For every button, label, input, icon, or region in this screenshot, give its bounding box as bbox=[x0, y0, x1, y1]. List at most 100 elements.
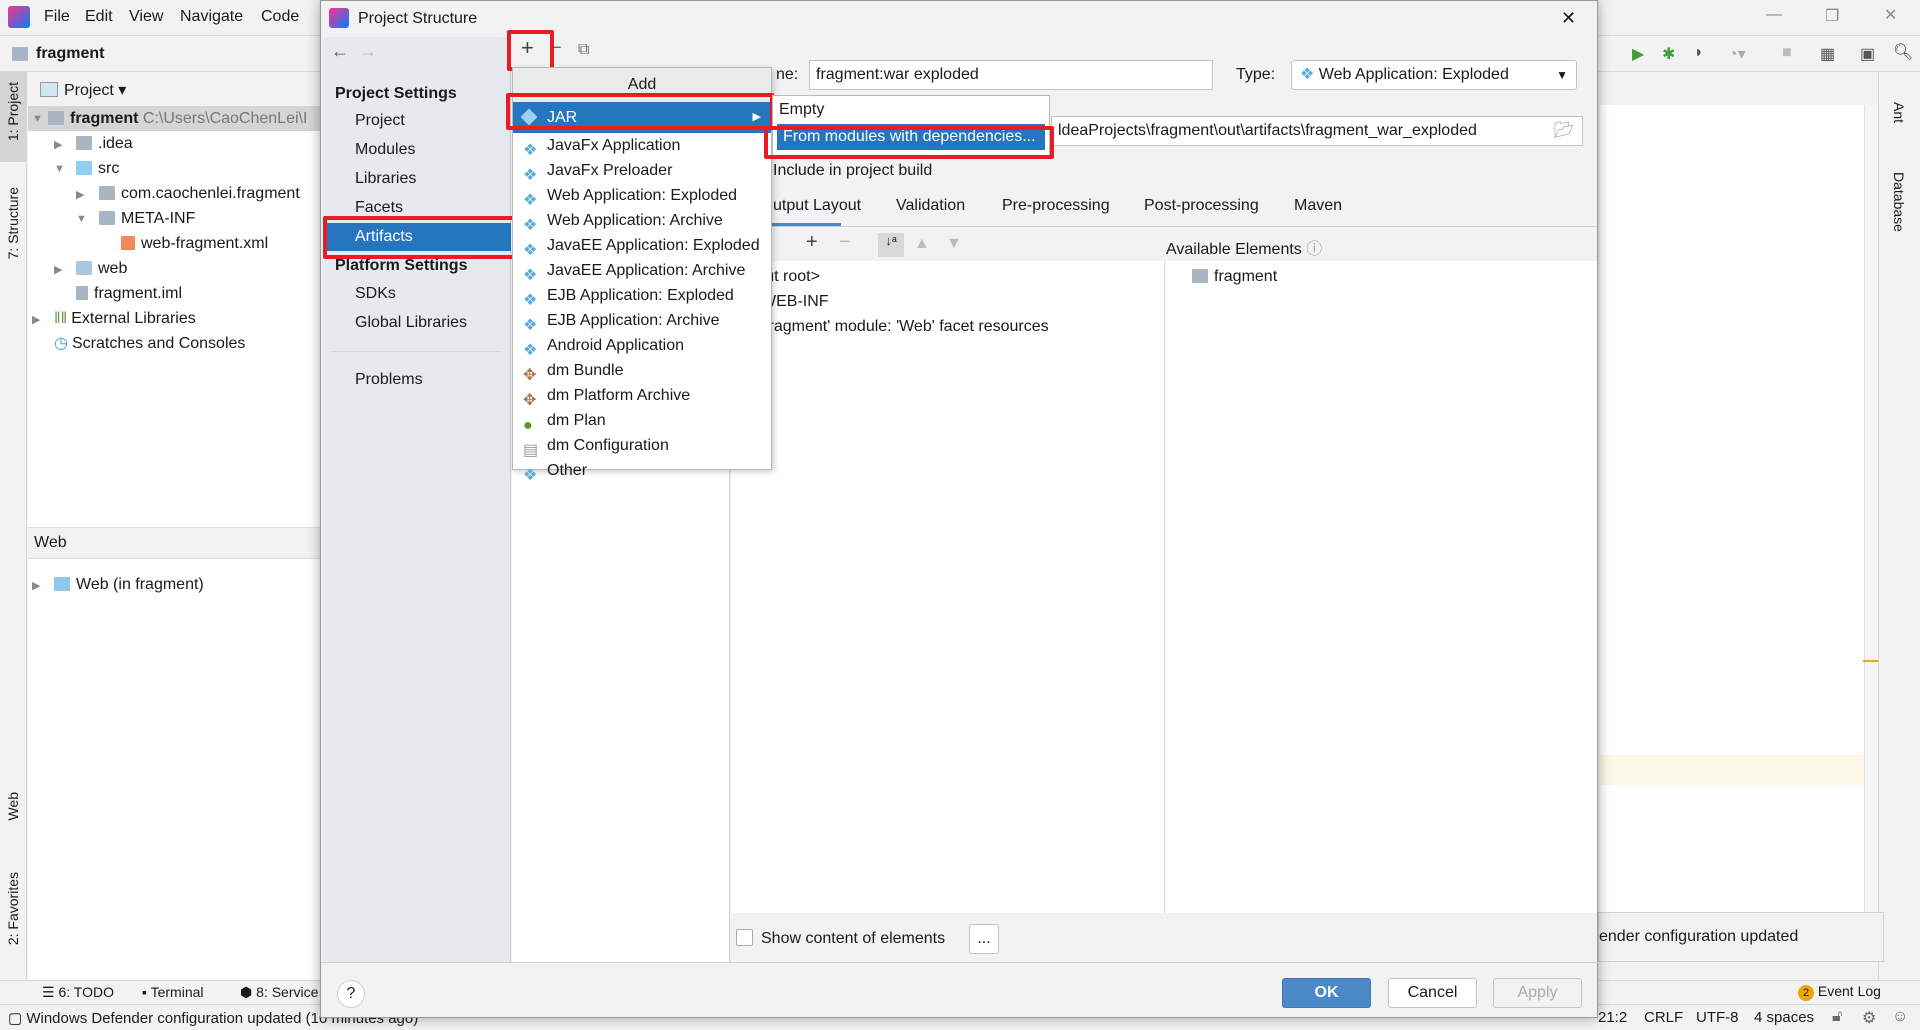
tab-post-processing[interactable]: Post-processing bbox=[1144, 197, 1259, 215]
menu-item-web-exploded[interactable]: ❖ Web Application: Exploded bbox=[513, 183, 771, 209]
tool-ant[interactable]: Ant bbox=[1891, 102, 1907, 123]
menu-item-javafx-application[interactable]: ❖ JavaFx Application bbox=[513, 133, 771, 159]
menu-item-javaee-archive[interactable]: ❖ JavaEE Application: Archive bbox=[513, 258, 771, 284]
menu-item-javaee-exploded[interactable]: ❖ JavaEE Application: Exploded bbox=[513, 233, 771, 259]
apply-button[interactable]: Apply bbox=[1493, 978, 1582, 1008]
web-facet-item[interactable]: Web (in fragment) bbox=[54, 572, 204, 597]
run-icon[interactable]: ▶ bbox=[1632, 44, 1644, 64]
tool-web[interactable]: Web bbox=[5, 792, 21, 821]
editor-area[interactable] bbox=[1600, 105, 1878, 912]
artifact-type-select[interactable]: ❖ Web Application: Exploded ▼ bbox=[1291, 60, 1577, 90]
menu-item-dm-platform-archive[interactable]: ✥ dm Platform Archive bbox=[513, 383, 771, 409]
forward-icon[interactable]: → bbox=[359, 41, 377, 62]
tool-terminal[interactable]: ▪ Terminal bbox=[142, 984, 204, 1000]
tool-services[interactable]: ⬢ 8: Service bbox=[240, 984, 318, 1001]
menu-item-javafx-preloader[interactable]: ❖ JavaFx Preloader bbox=[513, 158, 771, 184]
folder-browse-icon[interactable]: 📂︎ bbox=[1554, 117, 1574, 145]
tree-item-scratches[interactable]: ◷ Scratches and Consoles bbox=[54, 331, 245, 356]
include-in-build-checkbox[interactable]: Include in project build bbox=[773, 162, 932, 180]
search-icon[interactable]: 🔍︎ bbox=[1893, 42, 1913, 62]
menu-file[interactable]: File bbox=[44, 8, 70, 26]
menu-code[interactable]: Code bbox=[261, 8, 299, 26]
notification-balloon[interactable]: ender configuration updated bbox=[1598, 912, 1884, 962]
tree-item-fragment-iml[interactable]: fragment.iml bbox=[76, 281, 182, 306]
help-icon[interactable]: ⓘ bbox=[1306, 241, 1322, 258]
tab-validation[interactable]: Validation bbox=[896, 197, 965, 215]
tree-item-fragment[interactable]: fragment C:\Users\CaoChenLei\I bbox=[48, 106, 307, 131]
menu-edit[interactable]: Edit bbox=[85, 8, 113, 26]
sidebar-item-sdks[interactable]: SDKs bbox=[355, 280, 396, 308]
submenu-item-empty[interactable]: Empty bbox=[773, 96, 1049, 124]
menu-item-dm-bundle[interactable]: ✥ dm Bundle bbox=[513, 358, 771, 384]
inspection-icon[interactable]: ⚙ bbox=[1862, 1008, 1876, 1028]
restore-button[interactable]: ❐ bbox=[1825, 6, 1839, 26]
tree-item-meta-inf[interactable]: META-INF bbox=[99, 206, 195, 231]
editor-scrollbar[interactable] bbox=[1863, 105, 1879, 912]
lock-icon[interactable]: 🔓︎ bbox=[1832, 1008, 1842, 1026]
profile-icon[interactable]: ◔▾ bbox=[1728, 44, 1746, 64]
encoding[interactable]: UTF-8 bbox=[1696, 1009, 1739, 1026]
tab-pre-processing[interactable]: Pre-processing bbox=[1002, 197, 1110, 215]
output-layout-tree[interactable]: utput root> WEB-INF 'fragment' module: '… bbox=[731, 261, 1165, 913]
project-breadcrumb[interactable]: fragment bbox=[36, 45, 104, 63]
more-options-button[interactable]: ... bbox=[969, 924, 999, 954]
tab-maven[interactable]: Maven bbox=[1294, 197, 1342, 215]
sidebar-item-global-libraries[interactable]: Global Libraries bbox=[355, 309, 467, 337]
menu-view[interactable]: View bbox=[129, 8, 163, 26]
menu-item-web-archive[interactable]: ❖ Web Application: Archive bbox=[513, 208, 771, 234]
project-structure-icon[interactable]: ▦ bbox=[1820, 44, 1835, 64]
stop-icon[interactable]: ■ bbox=[1782, 44, 1792, 62]
tool-project[interactable]: 1: Project bbox=[5, 82, 21, 141]
sort-icon[interactable]: ↓ᵃ bbox=[878, 233, 904, 257]
event-log[interactable]: 2 Event Log bbox=[1798, 983, 1881, 1001]
dialog-close-button[interactable]: ✕ bbox=[1561, 8, 1576, 29]
available-item-fragment[interactable]: fragment bbox=[1192, 264, 1277, 289]
layout-add-icon[interactable]: + bbox=[806, 231, 818, 254]
sidebar-item-project[interactable]: Project bbox=[355, 107, 405, 135]
caret-position[interactable]: 21:2 bbox=[1598, 1009, 1627, 1026]
move-up-icon[interactable]: ▲ bbox=[914, 235, 930, 253]
tree-item-web-fragment-xml[interactable]: web-fragment.xml bbox=[121, 231, 268, 256]
artifact-name-input[interactable]: fragment:war exploded bbox=[809, 60, 1213, 90]
close-window-button[interactable]: ✕ bbox=[1884, 5, 1897, 25]
sidebar-item-modules[interactable]: Modules bbox=[355, 136, 415, 164]
tree-item-idea[interactable]: .idea bbox=[76, 131, 133, 156]
terminal-icon[interactable]: ▣ bbox=[1860, 44, 1875, 64]
menu-item-ejb-archive[interactable]: ❖ EJB Application: Archive bbox=[513, 308, 771, 334]
menu-item-other[interactable]: ❖ Other bbox=[513, 458, 771, 484]
menu-item-android-application[interactable]: ❖ Android Application bbox=[513, 333, 771, 359]
menu-item-ejb-exploded[interactable]: ❖ EJB Application: Exploded bbox=[513, 283, 771, 309]
coverage-icon[interactable]: ◗ bbox=[1694, 44, 1704, 62]
tab-output-layout[interactable]: utput Layout bbox=[773, 197, 861, 215]
menu-navigate[interactable]: Navigate bbox=[180, 8, 243, 26]
minimize-button[interactable]: — bbox=[1766, 6, 1782, 24]
tree-item-src[interactable]: src bbox=[76, 156, 119, 181]
debug-icon[interactable]: ✱ bbox=[1662, 44, 1675, 64]
cancel-button[interactable]: Cancel bbox=[1388, 978, 1477, 1008]
sidebar-item-libraries[interactable]: Libraries bbox=[355, 165, 416, 193]
line-separator[interactable]: CRLF bbox=[1644, 1009, 1683, 1026]
copy-artifact-button[interactable]: ⧉ bbox=[578, 41, 589, 59]
tree-item-package[interactable]: com.caochenlei.fragment bbox=[99, 181, 300, 206]
ok-button[interactable]: OK bbox=[1282, 978, 1371, 1008]
sidebar-item-problems[interactable]: Problems bbox=[355, 366, 423, 394]
project-view-dropdown[interactable]: Project ▾ bbox=[64, 80, 126, 100]
tool-todo[interactable]: ☰ 6: TODO bbox=[42, 984, 114, 1001]
output-directory-input[interactable]: ldeaProjects\fragment\out\artifacts\frag… bbox=[1051, 116, 1583, 146]
menu-item-dm-configuration[interactable]: ▤ dm Configuration bbox=[513, 433, 771, 459]
back-icon[interactable]: ← bbox=[331, 41, 349, 62]
available-elements-tree[interactable]: fragment bbox=[1166, 261, 1597, 913]
help-button[interactable]: ? bbox=[337, 980, 365, 1008]
layout-remove-icon[interactable]: − bbox=[839, 231, 851, 254]
hector-icon[interactable]: ☺ bbox=[1892, 1008, 1908, 1026]
layout-item-facet-resources[interactable]: 'fragment' module: 'Web' facet resources bbox=[761, 314, 1049, 339]
tool-favorites[interactable]: 2: Favorites bbox=[5, 872, 21, 945]
tool-structure[interactable]: 7: Structure bbox=[5, 187, 21, 259]
tree-item-external-libraries[interactable]: ‖‖ External Libraries bbox=[54, 306, 196, 331]
tree-item-web[interactable]: web bbox=[76, 256, 127, 281]
show-content-checkbox[interactable] bbox=[736, 929, 753, 946]
menu-item-dm-plan[interactable]: ● dm Plan bbox=[513, 408, 771, 434]
indent[interactable]: 4 spaces bbox=[1754, 1009, 1814, 1026]
tool-database[interactable]: Database bbox=[1891, 172, 1907, 232]
move-down-icon[interactable]: ▼ bbox=[946, 235, 962, 253]
